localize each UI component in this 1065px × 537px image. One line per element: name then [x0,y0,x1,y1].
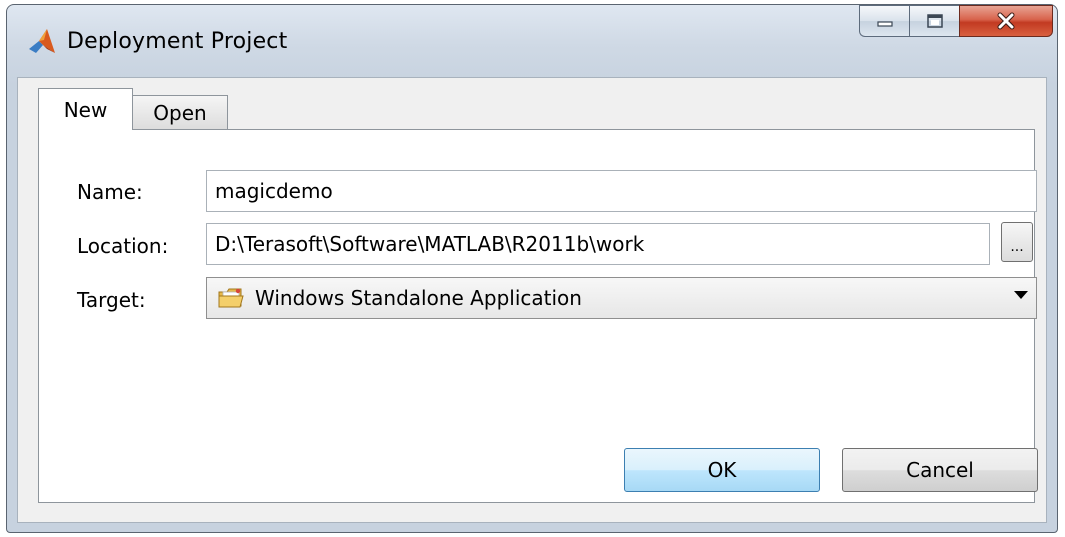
tab-new[interactable]: New [38,88,133,130]
maximize-button[interactable] [909,5,959,37]
maximize-icon [926,14,943,28]
name-label: Name: [77,180,143,204]
browse-button[interactable]: ... [1001,222,1033,262]
target-dropdown[interactable]: Windows Standalone Application [206,277,1037,319]
target-value: Windows Standalone Application [255,286,582,310]
window-title: Deployment Project [67,29,288,54]
dialog-client-area: New Open Name: magicdemo Location: D:\Te… [17,77,1047,523]
window-controls [859,5,1053,41]
dropdown-arrow-icon [1014,291,1028,299]
location-field[interactable]: D:\Terasoft\Software\MATLAB\R2011b\work [206,223,990,265]
minimize-icon [876,21,893,27]
location-label: Location: [77,234,169,258]
target-label: Target: [77,288,146,312]
folder-icon [218,288,244,308]
title-bar[interactable]: Deployment Project [7,5,1057,77]
dialog-window: Deployment Project New Open Name: magicd… [6,4,1058,533]
tab-open[interactable]: Open [132,95,228,130]
minimize-button[interactable] [859,5,909,37]
matlab-logo-icon [29,29,55,53]
ok-button[interactable]: OK [624,448,820,492]
name-field[interactable]: magicdemo [206,170,1037,212]
cancel-button[interactable]: Cancel [842,448,1038,492]
close-icon [997,12,1015,30]
tab-panel-new: Name: magicdemo Location: D:\Terasoft\So… [38,129,1038,503]
close-button[interactable] [959,5,1053,37]
